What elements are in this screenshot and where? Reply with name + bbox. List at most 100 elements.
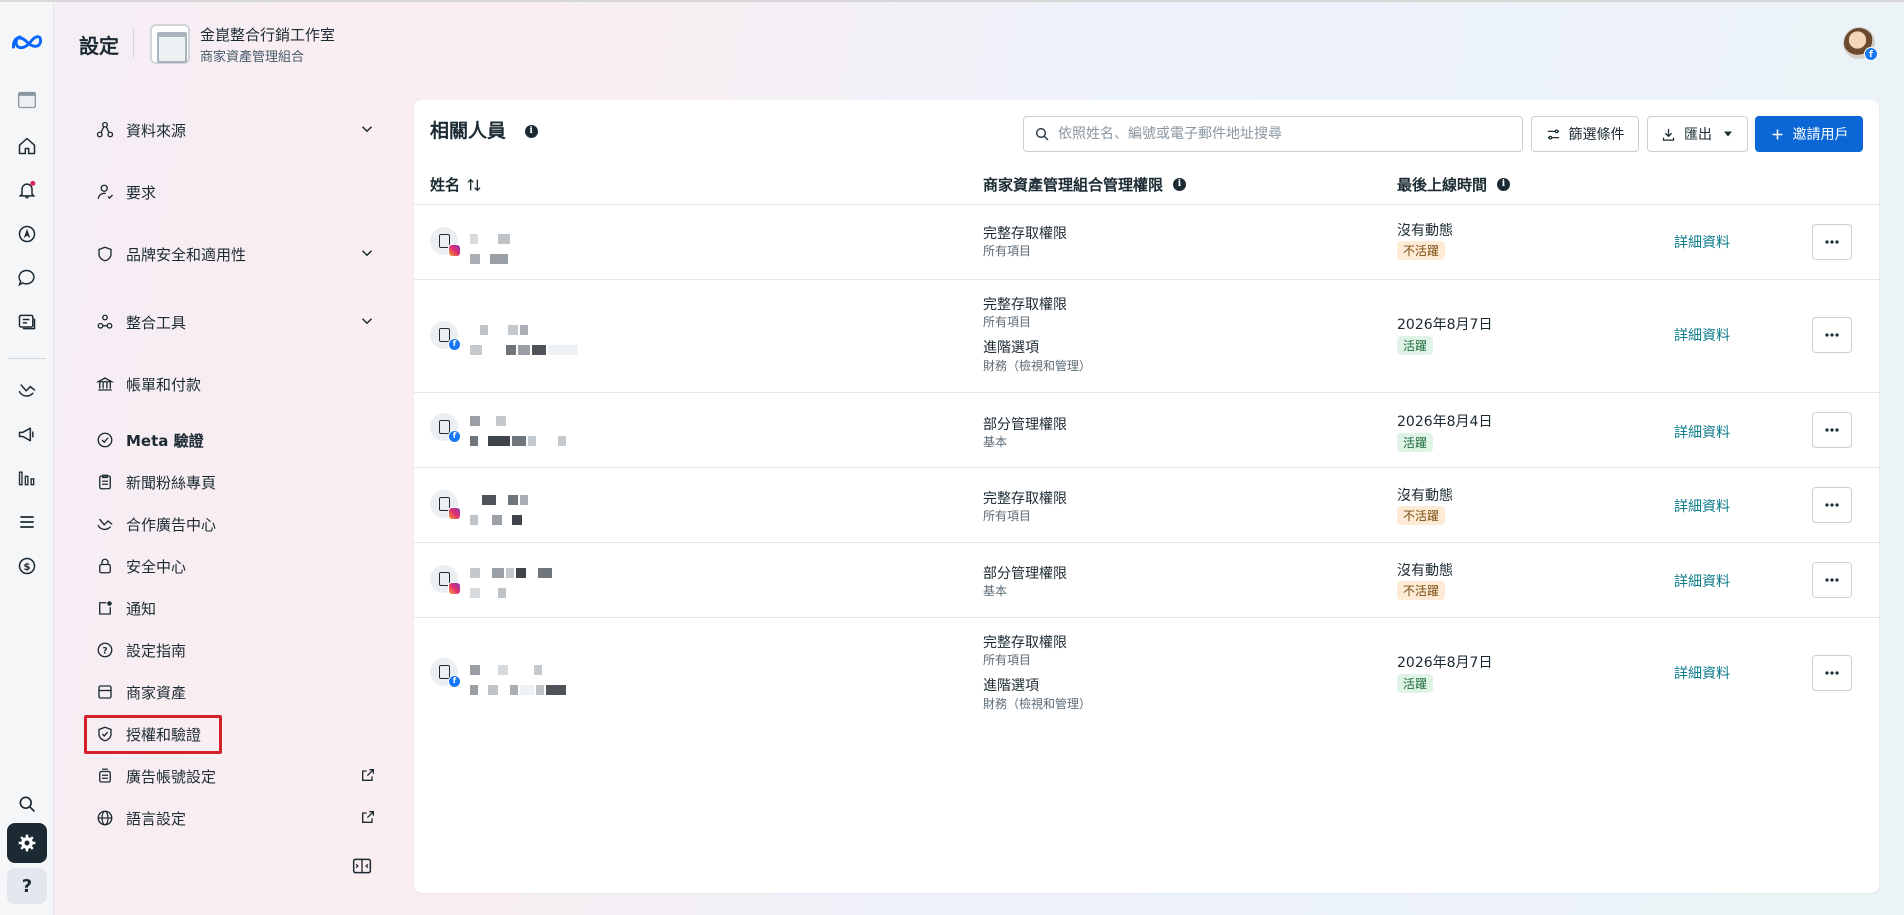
- permission-scope: 所有項目: [983, 244, 1032, 258]
- facebook-badge-icon: f: [448, 430, 461, 443]
- details-link[interactable]: 詳細資料: [1674, 325, 1730, 345]
- notifications-icon[interactable]: [13, 176, 41, 204]
- filter-button[interactable]: 篩選條件: [1531, 116, 1639, 152]
- lock-icon: [94, 555, 116, 577]
- insights-icon[interactable]: [13, 464, 41, 492]
- table-row[interactable]: f 完整存取權限 所有項目 進階選項 財務（檢視和管理） 2026年8月7日 活…: [414, 280, 1879, 392]
- details-link[interactable]: 詳細資料: [1674, 571, 1730, 591]
- collapse-sidebar-icon[interactable]: [352, 857, 372, 875]
- search-icon[interactable]: [13, 790, 41, 818]
- person-icon: [94, 181, 116, 203]
- info-icon[interactable]: i: [1173, 178, 1187, 191]
- search-input[interactable]: [1058, 126, 1498, 142]
- ads-icon[interactable]: [13, 420, 41, 448]
- plus-icon: [1772, 129, 1782, 139]
- details-link[interactable]: 詳細資料: [1674, 422, 1730, 442]
- instagram-badge-icon: [448, 244, 461, 257]
- sidebar-item-meta-verified[interactable]: Meta 驗證: [94, 424, 384, 456]
- info-icon[interactable]: i: [524, 125, 538, 138]
- column-header-name[interactable]: 姓名: [430, 174, 482, 195]
- invite-user-label: 邀請用戶: [1792, 127, 1849, 143]
- sidebar-item-data-sources[interactable]: 資料來源: [94, 114, 384, 146]
- navigation-icon[interactable]: [13, 220, 41, 248]
- more-options-button[interactable]: [1812, 487, 1852, 523]
- sidebar-item-business-assets[interactable]: 商家資產: [94, 676, 384, 708]
- info-icon[interactable]: i: [1497, 178, 1511, 191]
- table-row[interactable]: 完整存取權限 所有項目 沒有動態 不活躍 詳細資料: [414, 205, 1879, 279]
- column-header-last-online: 最後上線時間 i: [1397, 174, 1511, 195]
- details-link[interactable]: 詳細資料: [1674, 663, 1730, 683]
- sidebar-item-billing[interactable]: 帳單和付款: [94, 368, 384, 400]
- details-link[interactable]: 詳細資料: [1674, 232, 1730, 252]
- sidebar-item-language-settings[interactable]: 語言設定: [94, 802, 384, 834]
- sidebar-item-ad-account-settings[interactable]: 廣告帳號設定: [94, 760, 384, 792]
- sidebar-item-requests[interactable]: 要求: [94, 176, 384, 208]
- sidebar-item-brand-safety[interactable]: 品牌安全和適用性: [94, 238, 384, 270]
- more-options-button[interactable]: [1812, 655, 1852, 691]
- highlight-box: [84, 715, 222, 754]
- help-icon[interactable]: ?: [7, 868, 47, 904]
- table-row[interactable]: 部分管理權限 基本 沒有動態 不活躍 詳細資料: [414, 543, 1879, 617]
- billing-icon[interactable]: $: [13, 552, 41, 580]
- status-badge: 不活躍: [1397, 506, 1446, 525]
- permission-level: 完整存取權限: [983, 226, 1067, 242]
- permission-scope: 基本: [983, 584, 1008, 598]
- status-badge: 活躍: [1397, 674, 1434, 693]
- people-panel: 相關人員 i 篩選條件 匯出 邀請用戶 姓名 商家資產管理組合管理權限 i 最後…: [414, 100, 1879, 893]
- business-name[interactable]: 金崑整合行銷工作室: [200, 24, 335, 45]
- instagram-badge-icon: [448, 507, 461, 520]
- page-title: 設定: [79, 34, 119, 58]
- svg-text:?: ?: [102, 646, 107, 656]
- meta-logo-icon[interactable]: [9, 28, 45, 56]
- invite-user-button[interactable]: 邀請用戶: [1755, 116, 1863, 152]
- more-options-button[interactable]: [1812, 317, 1852, 353]
- facebook-badge-icon: f: [1864, 47, 1878, 61]
- more-options-button[interactable]: [1812, 224, 1852, 260]
- question-icon: ?: [94, 639, 116, 661]
- instagram-badge-icon: [448, 582, 461, 595]
- more-icon: [1825, 428, 1839, 432]
- business-icon[interactable]: [13, 86, 41, 114]
- sort-icon[interactable]: [466, 177, 482, 193]
- permission-level: 完整存取權限: [983, 635, 1067, 651]
- sidebar-item-label: Meta 驗證: [126, 431, 204, 450]
- last-online: 2026年8月7日: [1397, 655, 1493, 671]
- sidebar-item-news-pages[interactable]: 新聞粉絲專頁: [94, 466, 384, 498]
- external-link-icon: [362, 769, 374, 781]
- sidebar-item-setup-guide[interactable]: ? 設定指南: [94, 634, 384, 666]
- status-badge: 活躍: [1397, 433, 1434, 452]
- messages-icon[interactable]: [13, 264, 41, 292]
- home-icon[interactable]: [13, 132, 41, 160]
- more-options-button[interactable]: [1812, 412, 1852, 448]
- sidebar-item-integrations[interactable]: 整合工具: [94, 306, 384, 338]
- redacted-name: [470, 660, 568, 699]
- search-box[interactable]: [1023, 116, 1523, 152]
- external-link-icon: [362, 811, 374, 823]
- partnership-icon: [94, 513, 116, 535]
- table-row[interactable]: f 完整存取權限 所有項目 進階選項 財務（檢視和管理） 2026年8月7日 活…: [414, 618, 1879, 730]
- settings-icon[interactable]: [7, 823, 47, 863]
- business-subtitle: 商家資產管理組合: [200, 50, 305, 65]
- sidebar-item-label: 廣告帳號設定: [126, 767, 217, 786]
- details-link[interactable]: 詳細資料: [1674, 496, 1730, 516]
- partnerships-icon[interactable]: [13, 376, 41, 404]
- table-row[interactable]: f 部分管理權限 基本 2026年8月4日 活躍 詳細資料: [414, 393, 1879, 467]
- sidebar-item-label: 合作廣告中心: [126, 515, 217, 534]
- more-options-button[interactable]: [1812, 562, 1852, 598]
- sidebar-item-partnership-ads[interactable]: 合作廣告中心: [94, 508, 384, 540]
- verified-icon: [94, 429, 116, 451]
- content-icon[interactable]: [13, 308, 41, 336]
- menu-icon[interactable]: [13, 508, 41, 536]
- table-row[interactable]: 完整存取權限 所有項目 沒有動態 不活躍 詳細資料: [414, 468, 1879, 542]
- more-icon: [1825, 503, 1839, 507]
- last-online: 沒有動態: [1397, 488, 1453, 504]
- business-thumbnail[interactable]: [150, 24, 190, 64]
- sidebar-item-label: 整合工具: [126, 313, 187, 332]
- sidebar-item-label: 資料來源: [126, 121, 187, 140]
- export-button[interactable]: 匯出: [1647, 116, 1748, 152]
- sidebar-item-notifications[interactable]: 通知: [94, 592, 384, 624]
- sidebar-item-security-center[interactable]: 安全中心: [94, 550, 384, 582]
- advanced-option-scope: 財務（檢視和管理）: [983, 697, 1092, 711]
- permission-scope: 基本: [983, 435, 1008, 449]
- chevron-down-icon: [361, 126, 373, 133]
